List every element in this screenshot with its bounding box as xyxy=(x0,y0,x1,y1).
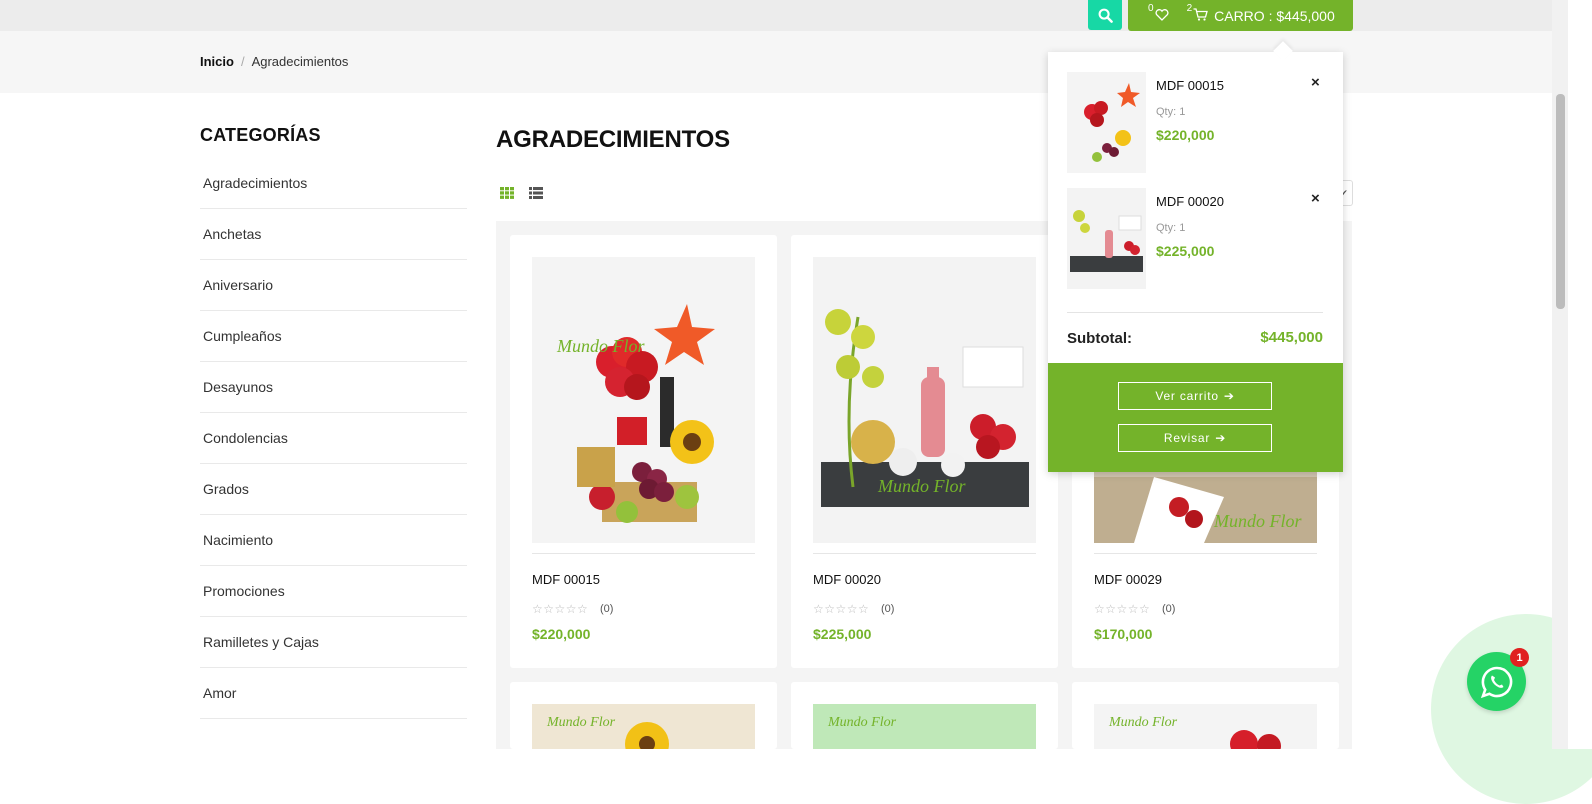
mini-cart-item-price: $220,000 xyxy=(1156,127,1215,143)
breadcrumb: Inicio / Agradecimientos xyxy=(200,54,348,69)
product-price: $220,000 xyxy=(532,626,591,642)
category-item-cumpleanos[interactable]: Cumpleaños xyxy=(200,311,467,362)
cart-label: CARRO : $445,000 xyxy=(1214,7,1335,24)
checkout-button[interactable]: Revisar ➔ xyxy=(1118,424,1272,452)
categories-list: Agradecimientos Anchetas Aniversario Cum… xyxy=(200,158,467,719)
svg-text:Mundo Flor: Mundo Flor xyxy=(556,336,645,356)
product-name[interactable]: MDF 00020 xyxy=(813,572,881,587)
product-image[interactable]: Mundo Flor xyxy=(532,704,755,749)
category-item-anchetas[interactable]: Anchetas xyxy=(200,209,467,260)
list-view-icon[interactable] xyxy=(529,186,543,199)
categories-heading: CATEGORÍAS xyxy=(200,125,321,145)
rating-stars: ☆☆☆☆☆ xyxy=(813,602,870,616)
dropdown-divider xyxy=(1067,312,1323,313)
category-item-ramilletes[interactable]: Ramilletes y Cajas xyxy=(200,617,467,668)
svg-text:Mundo Flor: Mundo Flor xyxy=(1213,511,1302,531)
whatsapp-icon xyxy=(1480,666,1512,698)
notification-badge: 1 xyxy=(1510,648,1529,667)
mini-cart-item-qty: Qty: 1 xyxy=(1156,222,1186,234)
view-cart-label: Ver carrito xyxy=(1155,389,1219,403)
arrow-right-icon: ➔ xyxy=(1215,431,1227,445)
cart-icon xyxy=(1193,7,1208,24)
category-item-desayunos[interactable]: Desayunos xyxy=(200,362,467,413)
mini-cart-item-price: $225,000 xyxy=(1156,243,1215,259)
scrollbar-thumb[interactable] xyxy=(1556,94,1565,309)
review-count: (0) xyxy=(881,603,895,615)
category-item-nacimiento[interactable]: Nacimiento xyxy=(200,515,467,566)
product-card[interactable]: Mundo Flor xyxy=(1072,682,1339,749)
mini-cart-thumbnail[interactable] xyxy=(1067,188,1146,289)
product-image[interactable]: Mundo Flor xyxy=(532,257,755,543)
product-name[interactable]: MDF 00015 xyxy=(532,572,600,587)
wishlist-count: 0 xyxy=(1148,3,1154,14)
rating-stars: ☆☆☆☆☆ xyxy=(532,602,589,616)
breadcrumb-home-link[interactable]: Inicio xyxy=(200,54,234,69)
svg-text:Mundo Flor: Mundo Flor xyxy=(1108,715,1178,730)
category-item-amor[interactable]: Amor xyxy=(200,668,467,719)
checkout-label: Revisar xyxy=(1163,431,1211,445)
breadcrumb-separator: / xyxy=(240,54,245,69)
product-card[interactable]: Mundo Flor xyxy=(791,682,1058,749)
category-item-grados[interactable]: Grados xyxy=(200,464,467,515)
product-name[interactable]: MDF 00029 xyxy=(1094,572,1162,587)
product-price: $225,000 xyxy=(813,626,872,642)
breadcrumb-current: Agradecimientos xyxy=(251,54,349,69)
remove-item-button[interactable]: × xyxy=(1311,190,1320,207)
subtotal-label: Subtotal: xyxy=(1067,330,1132,347)
product-price: $170,000 xyxy=(1094,626,1153,642)
arrow-right-icon: ➔ xyxy=(1223,389,1235,403)
product-card[interactable]: Mundo Flor MDF 00020 ☆☆☆☆☆ (0) $225,000 xyxy=(791,235,1058,668)
mini-cart-item: MDF 00015 Qty: 1 $220,000 × xyxy=(1067,72,1327,174)
card-divider xyxy=(813,553,1036,554)
mini-cart-item: MDF 00020 Qty: 1 $225,000 × xyxy=(1067,188,1327,290)
cart-button[interactable]: 0 2 CARRO : $445,000 xyxy=(1128,0,1353,31)
svg-text:Mundo Flor: Mundo Flor xyxy=(546,715,616,730)
search-button[interactable] xyxy=(1088,0,1122,30)
product-card[interactable]: Mundo Flor xyxy=(510,682,777,749)
svg-text:Mundo Flor: Mundo Flor xyxy=(827,715,897,730)
product-card[interactable]: Mundo Flor MDF 00015 ☆☆☆☆☆ (0) $220,000 xyxy=(510,235,777,668)
mini-cart-item-name[interactable]: MDF 00020 xyxy=(1156,194,1224,209)
product-image[interactable]: Mundo Flor xyxy=(1094,704,1317,749)
svg-text:Mundo Flor: Mundo Flor xyxy=(877,476,966,496)
product-image[interactable]: Mundo Flor xyxy=(813,704,1036,749)
category-item-condolencias[interactable]: Condolencias xyxy=(200,413,467,464)
mini-cart-actions: Ver carrito ➔ Revisar ➔ xyxy=(1048,363,1343,472)
mini-cart-item-qty: Qty: 1 xyxy=(1156,106,1186,118)
heart-icon[interactable] xyxy=(1155,8,1169,24)
product-image[interactable]: Mundo Flor xyxy=(813,257,1036,543)
category-item-aniversario[interactable]: Aniversario xyxy=(200,260,467,311)
mini-cart-thumbnail[interactable] xyxy=(1067,72,1146,173)
page-title: AGRADECIMIENTOS xyxy=(496,126,730,153)
category-item-agradecimientos[interactable]: Agradecimientos xyxy=(200,158,467,209)
cart-count: 2 xyxy=(1186,3,1193,14)
card-divider xyxy=(1094,553,1317,554)
review-count: (0) xyxy=(1162,603,1176,615)
window-edge xyxy=(1568,0,1592,749)
rating-stars: ☆☆☆☆☆ xyxy=(1094,602,1151,616)
view-cart-button[interactable]: Ver carrito ➔ xyxy=(1118,382,1272,410)
remove-item-button[interactable]: × xyxy=(1311,74,1320,91)
mini-cart-item-name[interactable]: MDF 00015 xyxy=(1156,78,1224,93)
mini-cart-dropdown: MDF 00015 Qty: 1 $220,000 × MDF 00020 Qt… xyxy=(1048,41,1343,472)
grid-view-icon[interactable] xyxy=(500,186,514,199)
subtotal-value: $445,000 xyxy=(1260,329,1323,346)
card-divider xyxy=(532,553,755,554)
category-item-promociones[interactable]: Promociones xyxy=(200,566,467,617)
review-count: (0) xyxy=(600,603,614,615)
search-icon xyxy=(1098,8,1113,23)
